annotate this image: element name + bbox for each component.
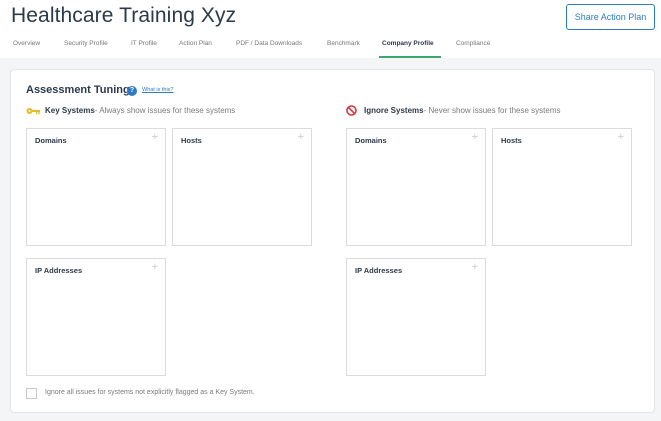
key-ip-addresses-label: IP Addresses: [35, 266, 83, 275]
ignore-unflagged-checkbox[interactable]: [26, 388, 37, 399]
tab-overview[interactable]: Overview: [13, 39, 40, 49]
ignore-unflagged-label: Ignore all issues for systems not explic…: [45, 389, 255, 396]
active-tab-indicator: [379, 56, 441, 58]
key-domains-label: Domains: [35, 136, 67, 145]
tab-security-profile[interactable]: Security Profile: [64, 39, 108, 49]
add-key-domain-button[interactable]: +: [152, 132, 158, 143]
page-title: Healthcare Training Xyz: [11, 4, 237, 27]
add-key-ip-button[interactable]: +: [152, 262, 158, 273]
ignore-systems-description: - Never show issues for these systems: [423, 106, 561, 115]
tab-action-plan[interactable]: Action Plan: [179, 39, 212, 49]
ignore-systems-label: Ignore Systems: [364, 106, 424, 115]
tab-bar: Overview Security Profile IT Profile Act…: [0, 39, 661, 58]
ignore-hosts-label: Hosts: [501, 136, 522, 145]
key-hosts-label: Hosts: [181, 136, 202, 145]
tab-company-profile[interactable]: Company Profile: [382, 39, 434, 49]
add-ignore-ip-button[interactable]: +: [472, 262, 478, 273]
key-hosts-box: Hosts +: [172, 128, 312, 246]
assessment-heading: Assessment Tuning: [26, 84, 130, 96]
tab-benchmark[interactable]: Benchmark: [327, 39, 360, 49]
ignore-domains-label: Domains: [355, 136, 387, 145]
help-icon[interactable]: ?: [127, 86, 137, 96]
ignore-ip-addresses-box: IP Addresses +: [346, 258, 486, 376]
page-header: Healthcare Training Xyz Share Action Pla…: [0, 0, 661, 58]
ignore-hosts-box: Hosts +: [492, 128, 632, 246]
key-systems-label: Key Systems: [45, 106, 95, 115]
ignore-domains-box: Domains +: [346, 128, 486, 246]
share-action-plan-button[interactable]: Share Action Plan: [566, 4, 655, 30]
key-icon: [26, 108, 40, 115]
add-key-host-button[interactable]: +: [298, 132, 304, 143]
add-ignore-host-button[interactable]: +: [618, 132, 624, 143]
ban-icon: [346, 105, 357, 116]
tab-compliance[interactable]: Compliance: [456, 39, 490, 49]
ignore-ip-addresses-label: IP Addresses: [355, 266, 403, 275]
tab-pdf-data-downloads[interactable]: PDF / Data Downloads: [236, 39, 302, 49]
ignore-systems-title: Ignore Systems- Never show issues for th…: [364, 106, 561, 116]
add-ignore-domain-button[interactable]: +: [472, 132, 478, 143]
key-domains-box: Domains +: [26, 128, 166, 246]
key-systems-description: - Always show issues for these systems: [94, 106, 236, 115]
key-ip-addresses-box: IP Addresses +: [26, 258, 166, 376]
what-is-this-link[interactable]: What is this?: [142, 87, 173, 93]
key-systems-title: Key Systems- Always show issues for thes…: [45, 106, 235, 116]
tab-it-profile[interactable]: IT Profile: [131, 39, 157, 49]
